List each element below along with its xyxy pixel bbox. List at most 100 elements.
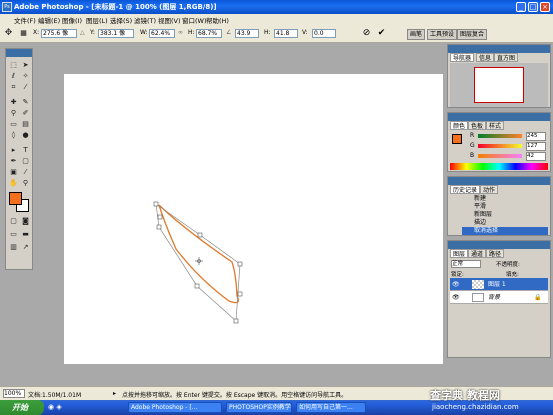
zoom-field[interactable]: 100% [3, 389, 25, 398]
screen-mode-standard-icon[interactable]: ▭ [8, 230, 19, 239]
magic-wand-tool-icon[interactable]: ✧ [20, 72, 31, 81]
eye-icon[interactable]: 👁 [452, 278, 460, 291]
marquee-tool-icon[interactable]: ⬚ [8, 61, 19, 70]
eyedropper-tool-icon[interactable]: ⁄ [20, 168, 31, 177]
height-field[interactable]: 68.7% [196, 29, 222, 38]
path-selection-tool-icon[interactable]: ▸ [8, 146, 19, 155]
maximize-button[interactable]: □ [528, 2, 538, 12]
eraser-tool-icon[interactable]: ▭ [8, 120, 19, 129]
menu-edit[interactable]: 编辑(E) [38, 15, 60, 25]
transform-handle[interactable] [237, 291, 243, 297]
transform-handle[interactable] [197, 232, 203, 238]
doc-info[interactable]: 文档:1.50M/1.01M [28, 390, 81, 399]
channel-g-value[interactable]: 127 [526, 142, 546, 151]
slice-tool-icon[interactable]: ⁄ [20, 83, 31, 92]
blur-tool-icon[interactable]: ◊ [8, 131, 19, 140]
tab-info[interactable]: 信息 [476, 53, 495, 62]
move-tool-icon[interactable]: ➤ [20, 61, 31, 70]
transform-handle[interactable] [233, 318, 239, 324]
channel-g-slider[interactable] [478, 144, 522, 148]
dock-tab-layer-comps[interactable]: 图层复合 [457, 29, 488, 40]
v-skew-field[interactable]: 0.0 [312, 29, 336, 38]
toolbox-header[interactable] [6, 49, 32, 57]
menu-filter[interactable]: 滤镜(T) [134, 15, 156, 25]
lasso-tool-icon[interactable]: ℓ [8, 72, 19, 81]
reference-point-icon[interactable]: ▦ [18, 28, 29, 39]
tab-actions[interactable]: 动作 [480, 185, 499, 194]
link-icon[interactable]: ∞ [178, 29, 183, 38]
color-fg-swatch[interactable] [452, 134, 462, 144]
blend-mode-select[interactable]: 正常 [451, 260, 481, 268]
tab-styles[interactable]: 样式 [486, 121, 505, 130]
tab-histogram[interactable]: 直方图 [494, 53, 519, 62]
zoom-tool-icon[interactable]: ⚲ [20, 179, 31, 188]
standard-mode-icon[interactable]: ▢ [8, 217, 19, 226]
brush-tool-icon[interactable]: ✎ [20, 98, 31, 107]
quick-mask-mode-icon[interactable]: ◙ [20, 217, 31, 226]
menu-layer[interactable]: 图层(L) [86, 15, 108, 25]
pen-tool-icon[interactable]: ✒ [8, 157, 19, 166]
close-button[interactable]: × [540, 2, 550, 12]
eye-icon[interactable]: 👁 [452, 291, 460, 304]
commit-icon[interactable]: ✔ [376, 28, 387, 39]
gradient-tool-icon[interactable]: ▤ [20, 120, 31, 129]
color-ramp[interactable] [450, 163, 548, 170]
dodge-tool-icon[interactable]: ● [20, 131, 31, 140]
shape-tool-icon[interactable]: ▢ [20, 157, 31, 166]
edit-in-imageready-icon[interactable]: ↗ [20, 243, 31, 252]
panel-header[interactable] [448, 113, 550, 121]
channel-b-value[interactable]: 42 [526, 152, 546, 161]
panel-header[interactable] [448, 177, 550, 185]
tab-color[interactable]: 颜色 [450, 121, 469, 130]
menu-image[interactable]: 图像(I) [62, 15, 82, 25]
status-arrow-icon[interactable]: ▸ [113, 390, 116, 397]
layer-row[interactable]: 👁 背景 🔒 [450, 291, 548, 304]
tab-history[interactable]: 历史记录 [450, 185, 481, 194]
jump-to-imageready-icon[interactable]: ▥ [8, 243, 19, 252]
canvas[interactable] [64, 74, 443, 364]
transform-handle[interactable] [157, 214, 163, 220]
transform-handle[interactable] [153, 201, 159, 207]
tab-layers[interactable]: 图层 [450, 249, 469, 258]
tab-channels[interactable]: 通道 [468, 249, 487, 258]
angle-field[interactable]: 43.9 [235, 29, 259, 38]
history-brush-tool-icon[interactable]: ✐ [20, 109, 31, 118]
tab-navigator[interactable]: 导航器 [450, 53, 475, 62]
menu-file[interactable]: 文件(F) [14, 15, 36, 25]
taskbar-item[interactable]: Adobe Photoshop - [... [128, 402, 222, 413]
channel-r-slider[interactable] [478, 134, 522, 138]
history-item[interactable]: 新图层 [462, 211, 548, 219]
menu-help[interactable]: 帮助(H) [206, 15, 229, 25]
y-field[interactable]: 383.1 像 [98, 29, 134, 38]
healing-brush-tool-icon[interactable]: ✚ [8, 98, 19, 107]
transform-handle[interactable] [194, 283, 200, 289]
history-item-selected[interactable]: 取消选择 [462, 227, 548, 235]
menu-select[interactable]: 选择(S) [110, 15, 132, 25]
panel-header[interactable] [448, 241, 550, 249]
minimize-button[interactable]: _ [516, 2, 526, 12]
history-item[interactable]: 新建 [462, 195, 548, 203]
taskbar-item[interactable]: 如何用写自己第一... [296, 402, 366, 413]
history-item[interactable]: 平滑 [462, 203, 548, 211]
menu-view[interactable]: 视图(V) [158, 15, 181, 25]
clone-stamp-tool-icon[interactable]: ⚲ [8, 109, 19, 118]
screen-mode-full-icon[interactable]: ▬ [20, 230, 31, 239]
relative-position-icon[interactable]: △ [80, 29, 85, 38]
menu-window[interactable]: 窗口(W) [182, 15, 207, 25]
layer-row-selected[interactable]: 👁 图层 1 [450, 278, 548, 291]
channel-r-value[interactable]: 245 [526, 132, 546, 141]
taskbar-item[interactable]: PHOTOSHOP实例教学 [226, 402, 292, 413]
tab-paths[interactable]: 路径 [486, 249, 505, 258]
center-point-icon[interactable] [195, 257, 203, 265]
dock-tab-brushes[interactable]: 画笔 [407, 29, 426, 40]
transform-handle[interactable] [237, 261, 243, 267]
type-tool-icon[interactable]: T [20, 146, 31, 155]
panel-header[interactable] [448, 45, 550, 53]
h-skew-field[interactable]: 41.8 [274, 29, 298, 38]
foreground-color-swatch-top[interactable] [9, 192, 22, 205]
x-field[interactable]: 275.6 像 [41, 29, 77, 38]
width-field[interactable]: 62.4% [149, 29, 175, 38]
crop-tool-icon[interactable]: ⌗ [8, 83, 19, 92]
notes-tool-icon[interactable]: ▣ [8, 168, 19, 177]
navigator-view-box[interactable] [474, 67, 524, 103]
